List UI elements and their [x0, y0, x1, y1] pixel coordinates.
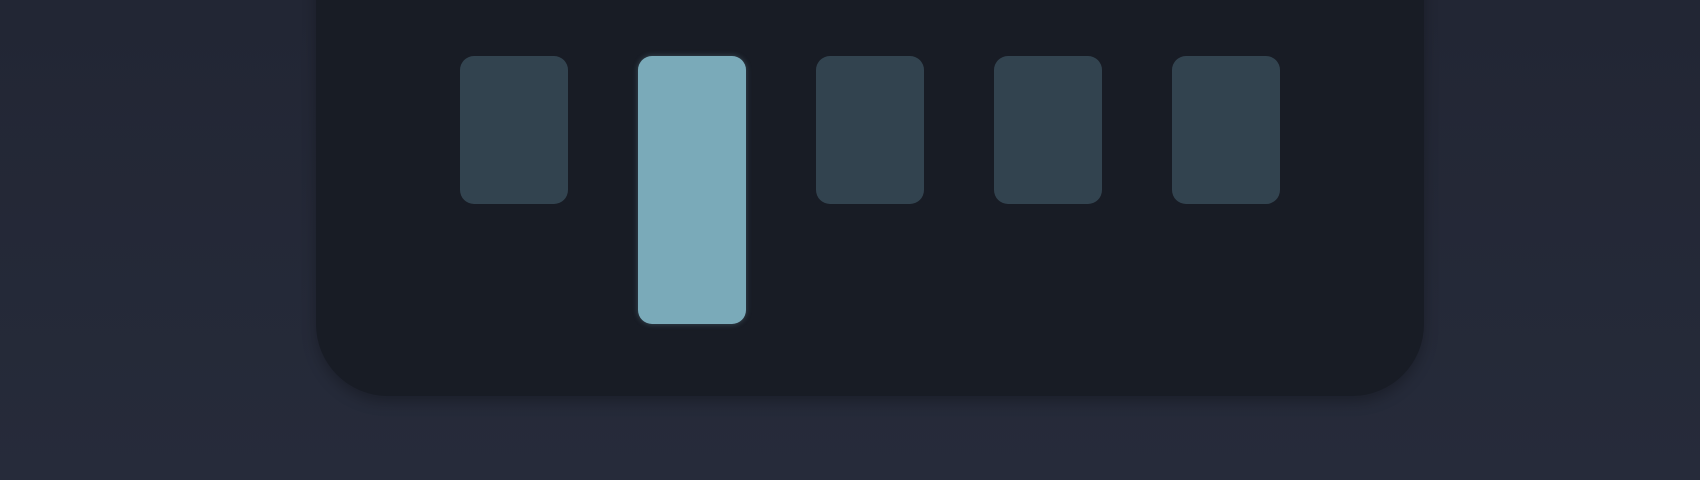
segment-1[interactable] — [460, 56, 568, 204]
segment-bars — [316, 0, 1424, 396]
segment-4[interactable] — [994, 56, 1102, 204]
segment-5[interactable] — [1172, 56, 1280, 204]
segment-2-selected[interactable] — [638, 56, 746, 324]
segment-3[interactable] — [816, 56, 924, 204]
segment-selector-panel — [316, 0, 1424, 396]
